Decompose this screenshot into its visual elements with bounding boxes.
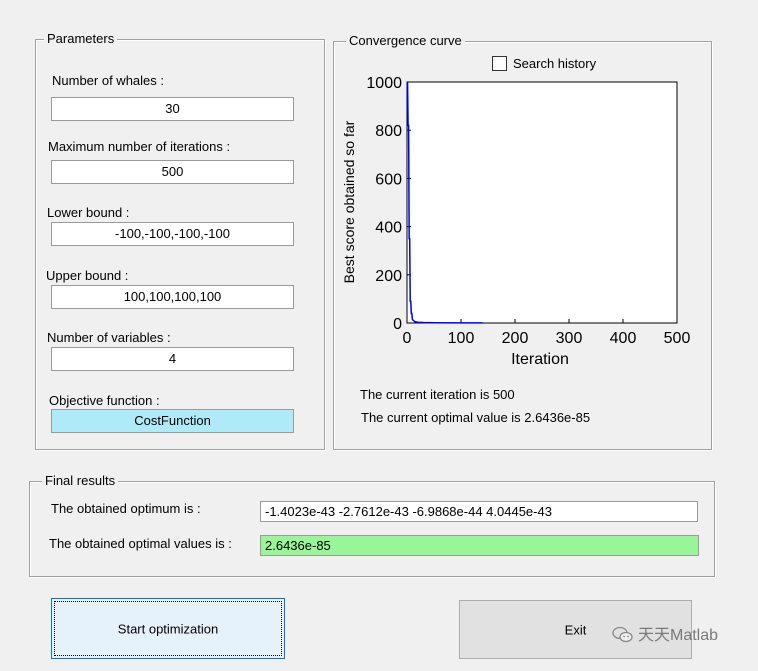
variables-label: Number of variables : [47,330,171,345]
convergence-chart: 0 200 400 600 800 1000 0 100 200 300 400 500 Itera… [341,75,691,368]
lower-bound-input[interactable]: -100,-100,-100,-100 [51,222,294,246]
y-axis-label: Best score obtained so far [341,120,357,283]
current-iteration-text: The current iteration is 500 [360,387,515,402]
y-tick-label: 400 [375,220,402,237]
final-results-title: Final results [42,473,119,489]
y-tick-label: 0 [393,316,402,333]
objective-function-field[interactable]: CostFunction [51,409,294,433]
x-tick-label: 500 [664,330,691,347]
parameters-title: Parameters [44,31,118,47]
wechat-icon [612,626,634,647]
x-tick-label: 400 [610,330,637,347]
x-tick-label: 200 [502,330,529,347]
optimum-label: The obtained optimum is : [51,501,201,516]
search-history-checkbox[interactable] [492,56,507,71]
optimal-values-label: The obtained optimal values is : [49,536,232,551]
optimal-values-field[interactable]: 2.6436e-85 [260,535,699,556]
x-tick-label: 0 [403,330,412,347]
optimum-field[interactable]: -1.4023e-43 -2.7612e-43 -6.9868e-44 4.04… [260,501,698,522]
start-optimization-label: Start optimization [117,621,219,636]
lower-bound-label: Lower bound : [47,205,130,220]
y-tick-label: 600 [375,171,402,188]
whales-label: Number of whales : [52,73,164,88]
y-tick-label: 800 [375,123,402,140]
upper-bound-label: Upper bound : [46,268,129,283]
y-tick-label: 1000 [366,75,402,92]
start-optimization-button[interactable]: Start optimization [51,598,285,659]
watermark-text: 天天Matlab [638,627,719,644]
x-tick-label: 300 [556,330,583,347]
whales-input[interactable]: 30 [51,97,294,121]
variables-input[interactable]: 4 [51,347,294,371]
objective-label: Objective function : [49,393,160,408]
iterations-label: Maximum number of iterations : [48,139,231,154]
plot-area [406,81,678,324]
final-results-panel: Final results [29,473,715,577]
x-tick-label: 100 [448,330,475,347]
current-optimal-text: The current optimal value is 2.6436e-85 [361,410,591,425]
x-axis-label: Iteration [511,351,569,368]
convergence-title: Convergence curve [346,33,465,49]
y-tick-label: 200 [375,268,402,285]
iterations-input[interactable]: 500 [51,160,294,184]
upper-bound-input[interactable]: 100,100,100,100 [51,285,294,309]
